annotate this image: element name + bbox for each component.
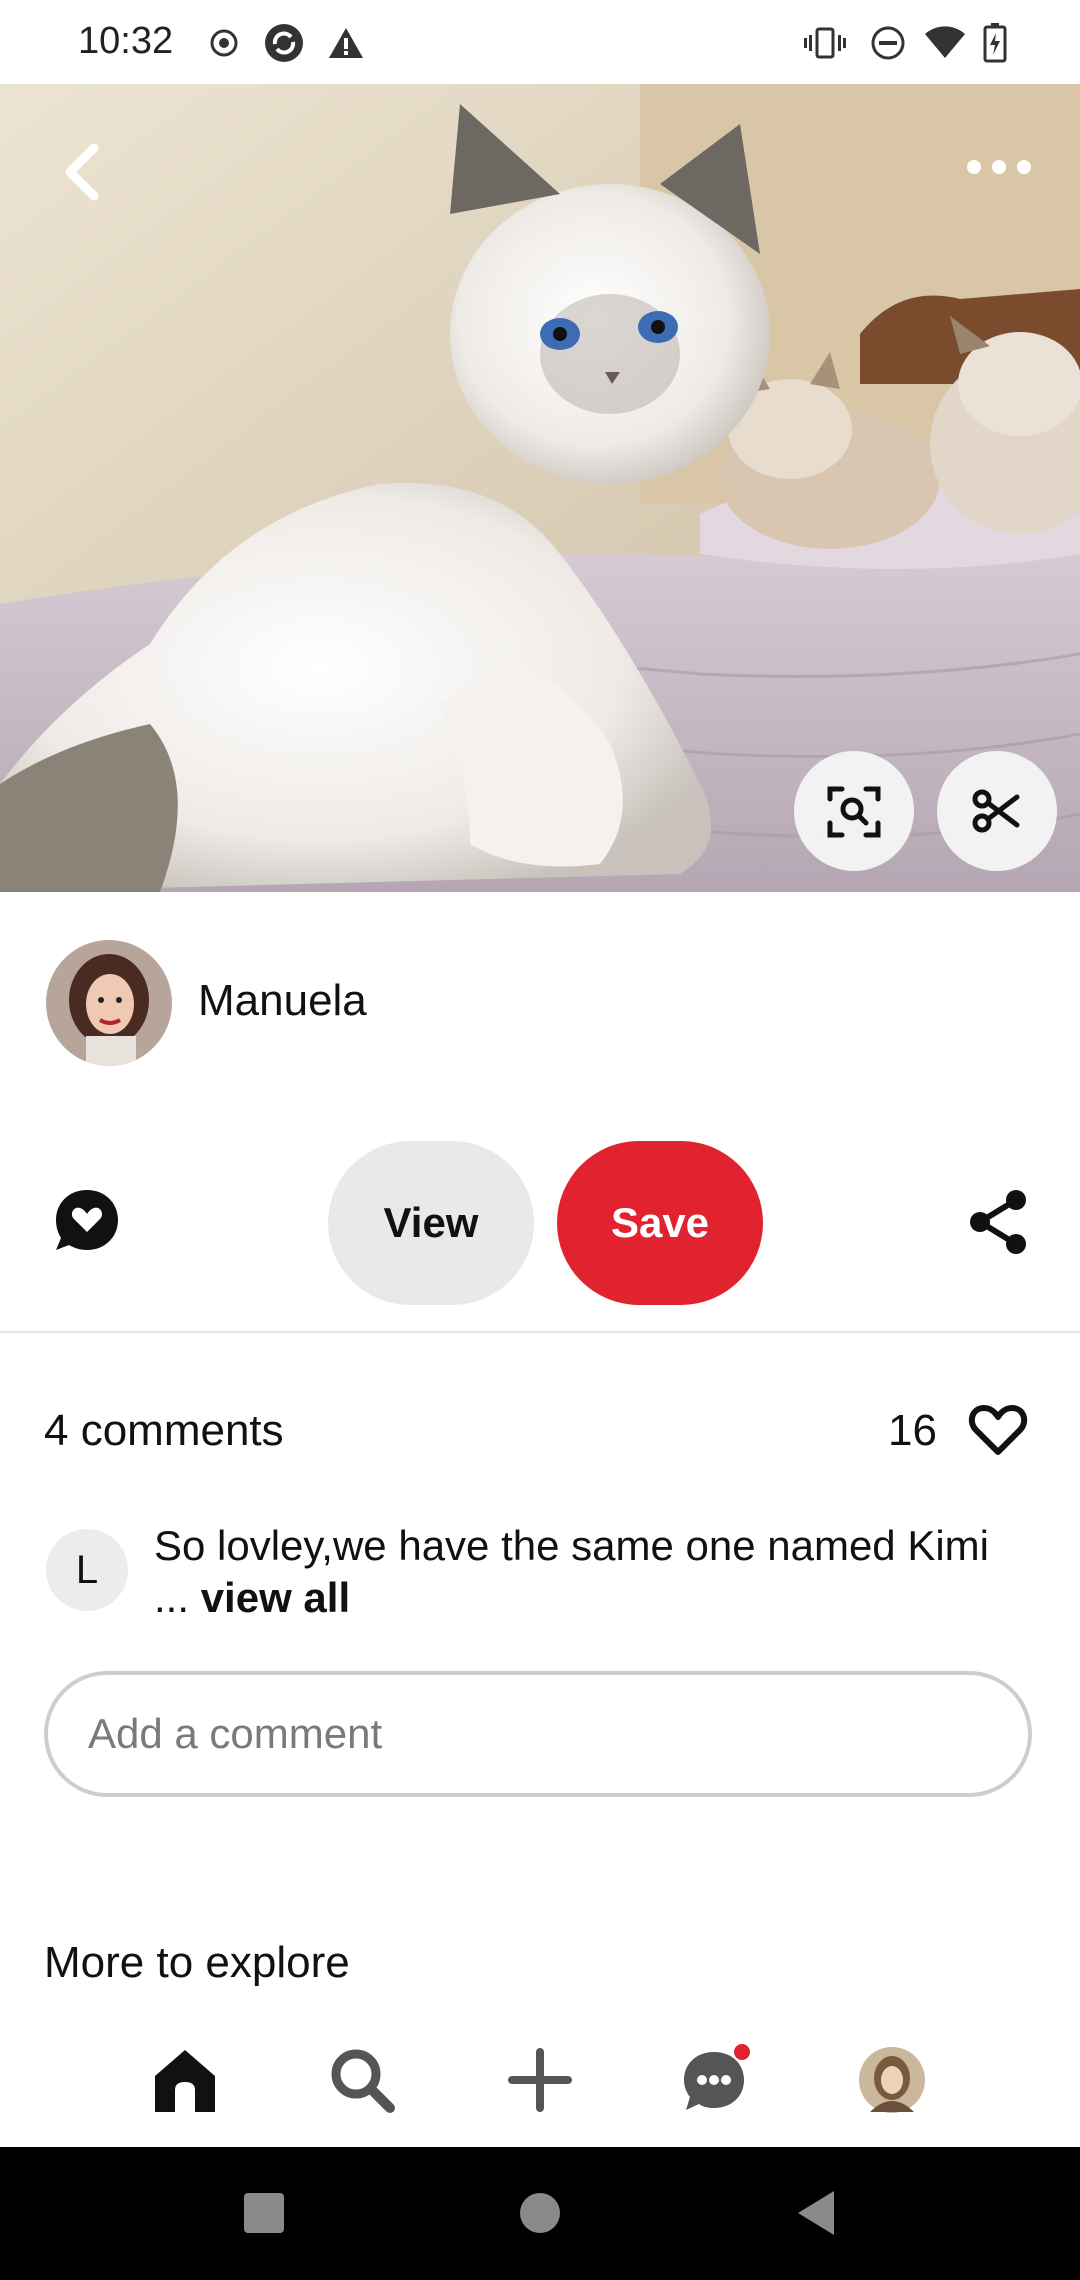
wifi-icon	[922, 22, 968, 64]
ellipsis-icon	[967, 160, 1031, 174]
status-time: 10:32	[78, 20, 174, 62]
sync-icon	[262, 22, 306, 64]
comment-preview[interactable]: So lovley,we have the same one named Kim…	[154, 1520, 1014, 1624]
more-options-button[interactable]	[964, 152, 1034, 182]
scissors-icon	[972, 789, 1020, 833]
commenter-avatar[interactable]: L	[46, 1529, 128, 1611]
pin-image[interactable]	[0, 84, 1080, 892]
notification-dot	[734, 2044, 750, 2060]
back-button[interactable]	[50, 134, 110, 210]
share-button[interactable]	[966, 1188, 1030, 1256]
square-icon	[244, 2193, 284, 2233]
vibrate-icon	[804, 22, 846, 64]
likes-count: 16	[888, 1406, 937, 1455]
visual-search-button[interactable]	[794, 751, 914, 871]
system-nav-bar	[0, 2147, 1080, 2280]
profile-avatar	[859, 2047, 925, 2113]
back-system-button[interactable]	[794, 2189, 838, 2237]
view-all-link[interactable]: view all	[201, 1574, 350, 1621]
nav-profile[interactable]	[852, 2040, 932, 2120]
comment-input[interactable]	[44, 1671, 1032, 1797]
search-icon	[331, 2049, 395, 2113]
save-button[interactable]: Save	[557, 1141, 763, 1305]
heart-bubble-icon	[56, 1190, 118, 1250]
battery-icon	[980, 22, 1010, 64]
nav-search[interactable]	[322, 2040, 402, 2120]
record-icon	[206, 22, 242, 64]
status-bar: 10:32	[0, 0, 1080, 84]
nav-home[interactable]	[145, 2040, 225, 2120]
messages-icon	[684, 2044, 750, 2110]
chevron-left-icon	[65, 143, 99, 201]
recents-button[interactable]	[242, 2191, 286, 2235]
home-system-button[interactable]	[518, 2191, 562, 2235]
dnd-icon	[868, 22, 908, 64]
author-name[interactable]: Manuela	[198, 976, 367, 1026]
kitten-photo	[0, 84, 1080, 892]
view-button[interactable]: View	[328, 1141, 534, 1305]
triangle-back-icon	[798, 2191, 834, 2235]
react-button[interactable]	[52, 1186, 122, 1256]
divider	[0, 1331, 1080, 1333]
circle-icon	[520, 2193, 560, 2233]
lens-search-icon	[827, 786, 881, 838]
cutout-button[interactable]	[937, 751, 1057, 871]
home-icon	[155, 2050, 215, 2112]
author-photo	[46, 940, 172, 1066]
alert-icon	[326, 22, 366, 64]
nav-messages[interactable]	[676, 2040, 756, 2120]
heart-icon	[968, 1405, 1028, 1455]
author-avatar[interactable]	[46, 940, 172, 1066]
like-button[interactable]	[968, 1402, 1028, 1458]
share-icon	[970, 1190, 1026, 1254]
more-to-explore-heading: More to explore	[44, 1938, 350, 1987]
create-icon	[508, 2048, 572, 2112]
nav-create[interactable]	[500, 2040, 580, 2120]
comments-count: 4 comments	[44, 1406, 284, 1455]
